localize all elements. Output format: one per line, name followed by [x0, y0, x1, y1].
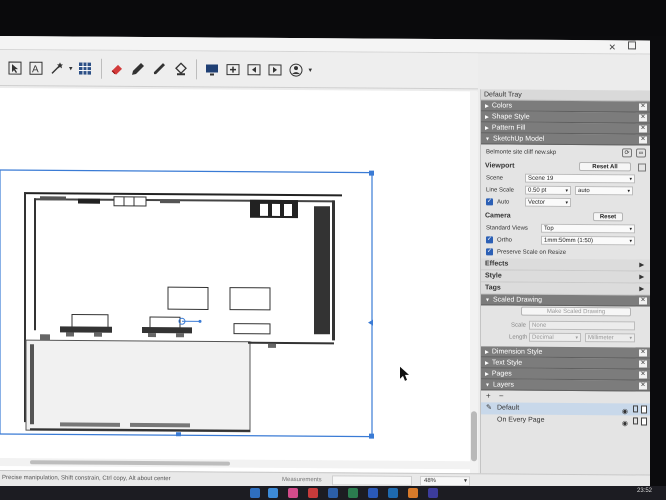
- chevron-down-icon[interactable]: ▾: [309, 66, 313, 74]
- line-scale-input[interactable]: 0.50 pt ▾: [525, 185, 571, 195]
- zoom-select[interactable]: 48% ▾: [420, 475, 470, 487]
- taskbar-app-icon[interactable]: [288, 488, 298, 498]
- reset-all-button[interactable]: Reset All: [579, 162, 631, 172]
- close-icon[interactable]: ✕: [639, 371, 647, 379]
- expand-arrow-icon: ▶: [639, 274, 644, 281]
- close-icon[interactable]: ✕: [639, 103, 647, 111]
- eye-icon[interactable]: ◉: [622, 418, 628, 430]
- close-icon[interactable]: ✕: [639, 382, 647, 390]
- render-mode-select[interactable]: Vector ▾: [525, 197, 571, 207]
- fill-icon[interactable]: [172, 60, 189, 77]
- floor-plan-drawing: [0, 169, 409, 439]
- page-icon[interactable]: [641, 405, 647, 414]
- select-icon[interactable]: [6, 59, 23, 76]
- selection-handle[interactable]: [369, 170, 374, 176]
- close-icon[interactable]: ✕: [639, 136, 647, 144]
- status-hint: Precise manipulation, Shift constrain, C…: [2, 475, 171, 483]
- previous-page-icon[interactable]: [246, 61, 263, 78]
- close-icon[interactable]: ✕: [639, 360, 647, 368]
- measurements-input[interactable]: [332, 475, 412, 486]
- table-icon[interactable]: [77, 60, 94, 77]
- taskbar-app-icon[interactable]: [268, 488, 278, 498]
- magic-wand-icon[interactable]: [48, 59, 65, 76]
- taskbar-app-icon[interactable]: [368, 488, 378, 498]
- lock-icon[interactable]: [633, 417, 638, 425]
- taskbar-app-icon[interactable]: [328, 488, 338, 498]
- length-unit-select[interactable]: Millimeter ▾: [585, 333, 635, 343]
- model-file-row: Belmonte site cliff new.skp ⟳ ∞: [481, 144, 650, 161]
- add-layer-button[interactable]: +: [486, 390, 491, 402]
- refresh-icon[interactable]: ⟳: [622, 148, 632, 158]
- taskbar-app-icon[interactable]: [250, 488, 260, 498]
- toolbar-divider: [100, 58, 102, 79]
- chevron-down-icon[interactable]: ▾: [69, 64, 73, 72]
- ortho-scale-select[interactable]: 1mm:50mm (1:50) ▾: [541, 235, 635, 246]
- selection-handle[interactable]: [176, 432, 181, 437]
- camera-reset-button[interactable]: Reset: [593, 212, 623, 222]
- pencil-icon: ✎: [486, 404, 492, 412]
- taskbar-app-icon[interactable]: [408, 488, 418, 498]
- user-icon[interactable]: [288, 61, 305, 78]
- camera-icon[interactable]: [638, 163, 646, 172]
- length-row: Length Decimal ▾ Millimeter ▾: [481, 331, 650, 344]
- main-toolbar: A ▾ ▾: [0, 50, 478, 90]
- line-scale-mode-select[interactable]: auto ▾: [575, 186, 633, 196]
- page-icon[interactable]: [641, 417, 647, 426]
- lock-icon[interactable]: [633, 405, 638, 413]
- remove-layer-button[interactable]: −: [499, 390, 504, 402]
- selection-handle[interactable]: [368, 319, 373, 326]
- standard-views-select[interactable]: Top ▾: [541, 223, 635, 234]
- text-icon[interactable]: A: [27, 59, 44, 76]
- taskbar-app-icon[interactable]: [428, 488, 438, 498]
- layout-app-window: ✕ A ▾ ▾ Default Tray ▶ Colors ✕ ▶ Shape …: [0, 36, 650, 491]
- taskbar: 23:52: [0, 486, 666, 500]
- make-scaled-row: Make Scaled Drawing: [481, 305, 650, 320]
- taskbar-app-icon[interactable]: [348, 488, 358, 498]
- pen-icon[interactable]: [130, 60, 147, 77]
- layer-item-on-every-page[interactable]: On Every Page ◉: [481, 414, 650, 427]
- taskbar-app-icon[interactable]: [388, 488, 398, 498]
- close-icon[interactable]: ✕: [608, 42, 616, 53]
- screen-icon[interactable]: [204, 60, 221, 77]
- ortho-checkbox[interactable]: ✓: [486, 236, 493, 244]
- eraser-icon[interactable]: [109, 60, 126, 77]
- restore-icon[interactable]: [628, 41, 636, 50]
- insert-icon[interactable]: [225, 61, 242, 78]
- close-icon[interactable]: ✕: [639, 297, 647, 305]
- toolbar-divider: [195, 58, 197, 79]
- make-scaled-drawing-button[interactable]: Make Scaled Drawing: [521, 306, 631, 317]
- next-page-icon[interactable]: [267, 61, 284, 78]
- expand-arrow-icon: ▶: [639, 262, 644, 269]
- monitor-bezel-top: [0, 0, 666, 36]
- close-icon[interactable]: ✕: [639, 125, 647, 133]
- svg-text:A: A: [32, 64, 39, 75]
- auto-checkbox[interactable]: ✓: [486, 198, 493, 206]
- scale-select[interactable]: None: [529, 320, 635, 331]
- selection-handle[interactable]: [369, 433, 374, 439]
- auto-row: ✓ Auto Vector ▾: [481, 196, 650, 211]
- default-tray: Default Tray ▶ Colors ✕ ▶ Shape Style ✕ ▶ Pat…: [480, 89, 650, 475]
- dropper-icon[interactable]: [151, 60, 168, 77]
- taskbar-app-icon[interactable]: [308, 488, 318, 498]
- expand-arrow-icon: ▶: [639, 286, 644, 293]
- drawing-canvas[interactable]: [0, 88, 478, 474]
- length-format-select[interactable]: Decimal ▾: [529, 332, 581, 343]
- preserve-scale-checkbox[interactable]: ✓: [486, 248, 493, 256]
- close-icon[interactable]: ✕: [639, 114, 647, 122]
- close-icon[interactable]: ✕: [639, 349, 647, 357]
- cursor-icon: [400, 366, 409, 381]
- vertical-scrollbar[interactable]: [470, 91, 478, 474]
- link-icon[interactable]: ∞: [636, 148, 646, 158]
- measurements-label: Measurements: [282, 476, 322, 484]
- scene-select[interactable]: Scene 19 ▾: [525, 173, 635, 184]
- taskbar-clock: 23:52: [636, 488, 652, 494]
- model-file-name: Belmonte site cliff new.skp: [486, 149, 557, 156]
